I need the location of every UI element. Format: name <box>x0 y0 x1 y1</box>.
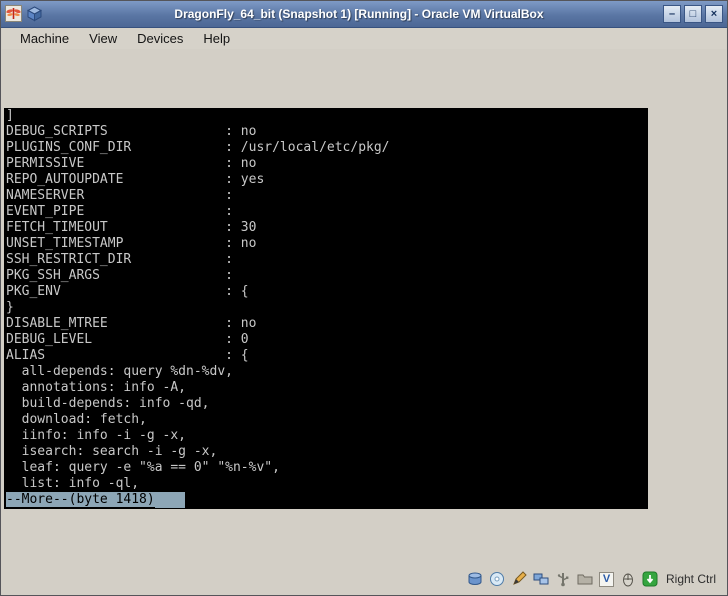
mouse-status-icon[interactable] <box>620 571 636 587</box>
titlebar-icon-group <box>5 5 43 22</box>
terminal-line: PKG_SSH_ARGS : <box>4 268 648 284</box>
maximize-button[interactable]: □ <box>684 5 702 23</box>
terminal-line: download: fetch, <box>4 412 648 428</box>
terminal-cursor <box>155 492 185 508</box>
pager-more-prompt: --More--(byte 1418) <box>6 492 155 507</box>
titlebar[interactable]: DragonFly_64_bit (Snapshot 1) [Running] … <box>1 1 727 28</box>
terminal-line: PKG_ENV : { <box>4 284 648 300</box>
terminal-line: DISABLE_MTREE : no <box>4 316 648 332</box>
statusbar: V Right Ctrl <box>2 564 726 594</box>
terminal-line: DEBUG_LEVEL : 0 <box>4 332 648 348</box>
terminal-line: REPO_AUTOUPDATE : yes <box>4 172 648 188</box>
window-controls: – □ × <box>663 5 723 23</box>
terminal-line: annotations: info -A, <box>4 380 648 396</box>
menu-machine[interactable]: Machine <box>10 29 79 48</box>
virtualbox-logo-icon[interactable] <box>26 5 43 22</box>
terminal-line: PERMISSIVE : no <box>4 156 648 172</box>
terminal-line: EVENT_PIPE : <box>4 204 648 220</box>
terminal-line: FETCH_TIMEOUT : 30 <box>4 220 648 236</box>
menubar: Machine View Devices Help <box>2 28 726 49</box>
hostkey-status-icon[interactable] <box>642 571 658 587</box>
network-status-icon[interactable] <box>533 571 549 587</box>
terminal-line: isearch: search -i -g -x, <box>4 444 648 460</box>
terminal-line: leaf: query -e "%a == 0" "%n-%v", <box>4 460 648 476</box>
vm-os-icon[interactable] <box>5 5 22 22</box>
hostkey-label: Right Ctrl <box>666 572 716 586</box>
usb-status-icon[interactable] <box>555 571 571 587</box>
terminal-screen[interactable]: ] DEBUG_SCRIPTS : no PLUGINS_CONF_DIR : … <box>4 108 648 509</box>
optical-disc-status-icon[interactable] <box>489 571 505 587</box>
shared-folders-status-icon[interactable] <box>577 571 593 587</box>
terminal-line: ALIAS : { <box>4 348 648 364</box>
close-button[interactable]: × <box>705 5 723 23</box>
terminal-line: iinfo: info -i -g -x, <box>4 428 648 444</box>
terminal-line: SSH_RESTRICT_DIR : <box>4 252 648 268</box>
terminal-line: ] <box>4 108 648 124</box>
window-title: DragonFly_64_bit (Snapshot 1) [Running] … <box>61 1 657 27</box>
terminal-line: } <box>4 300 648 316</box>
menu-view[interactable]: View <box>79 29 127 48</box>
floppy-status-icon[interactable] <box>511 571 527 587</box>
harddisk-status-icon[interactable] <box>467 571 483 587</box>
minimize-button[interactable]: – <box>663 5 681 23</box>
terminal-line: PLUGINS_CONF_DIR : /usr/local/etc/pkg/ <box>4 140 648 156</box>
virtualization-status-icon[interactable]: V <box>599 572 614 587</box>
terminal-more-line: --More--(byte 1418) <box>4 492 648 508</box>
terminal-line: list: info -ql, <box>4 476 648 492</box>
terminal-line: UNSET_TIMESTAMP : no <box>4 236 648 252</box>
terminal-line: build-depends: info -qd, <box>4 396 648 412</box>
terminal-line: DEBUG_SCRIPTS : no <box>4 124 648 140</box>
virtualbox-vm-window: DragonFly_64_bit (Snapshot 1) [Running] … <box>0 0 728 596</box>
menu-devices[interactable]: Devices <box>127 29 193 48</box>
menu-help[interactable]: Help <box>193 29 240 48</box>
terminal-line: all-depends: query %dn-%dv, <box>4 364 648 380</box>
terminal-line: NAMESERVER : <box>4 188 648 204</box>
